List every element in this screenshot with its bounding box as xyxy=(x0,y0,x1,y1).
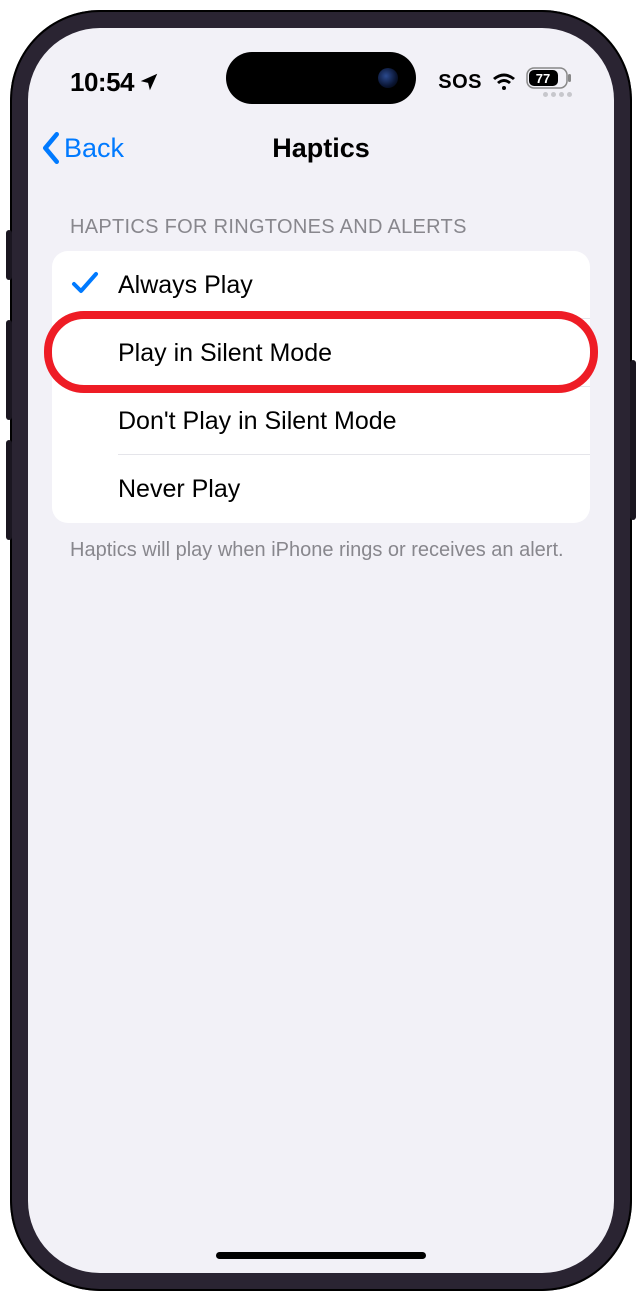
screen: 10:54 SOS 77 xyxy=(28,28,614,1273)
device-frame: 10:54 SOS 77 xyxy=(10,10,632,1291)
option-never-play[interactable]: Never Play xyxy=(52,455,590,523)
battery-icon: 77 xyxy=(526,67,572,89)
page-title: Haptics xyxy=(272,133,370,164)
option-label: Don't Play in Silent Mode xyxy=(118,407,397,436)
option-always-play[interactable]: Always Play xyxy=(52,251,590,319)
sos-indicator: SOS xyxy=(438,71,482,94)
volume-up-button xyxy=(6,320,12,420)
option-label: Play in Silent Mode xyxy=(118,339,332,368)
back-label: Back xyxy=(64,133,124,164)
section-header: HAPTICS FOR RINGTONES AND ALERTS xyxy=(52,178,590,251)
option-dont-play-silent[interactable]: Don't Play in Silent Mode xyxy=(52,387,590,455)
front-camera xyxy=(378,68,398,88)
wifi-icon xyxy=(491,72,517,92)
option-label: Never Play xyxy=(118,475,240,504)
app-switcher-dots xyxy=(543,92,572,97)
location-icon xyxy=(138,71,160,93)
options-group: Always Play Play in Silent Mode Don't Pl… xyxy=(52,251,590,523)
volume-down-button xyxy=(6,440,12,540)
section-footer: Haptics will play when iPhone rings or r… xyxy=(52,523,590,564)
option-play-silent[interactable]: Play in Silent Mode xyxy=(52,319,590,387)
chevron-left-icon xyxy=(40,132,62,164)
power-button xyxy=(630,360,636,520)
dynamic-island xyxy=(226,52,416,104)
side-button xyxy=(6,230,12,280)
status-time: 10:54 xyxy=(70,67,134,98)
navigation-bar: Back Haptics xyxy=(28,118,614,178)
home-indicator[interactable] xyxy=(216,1252,426,1259)
svg-text:77: 77 xyxy=(536,71,550,86)
option-label: Always Play xyxy=(118,271,253,300)
back-button[interactable]: Back xyxy=(40,132,124,164)
checkmark-icon xyxy=(71,270,99,301)
